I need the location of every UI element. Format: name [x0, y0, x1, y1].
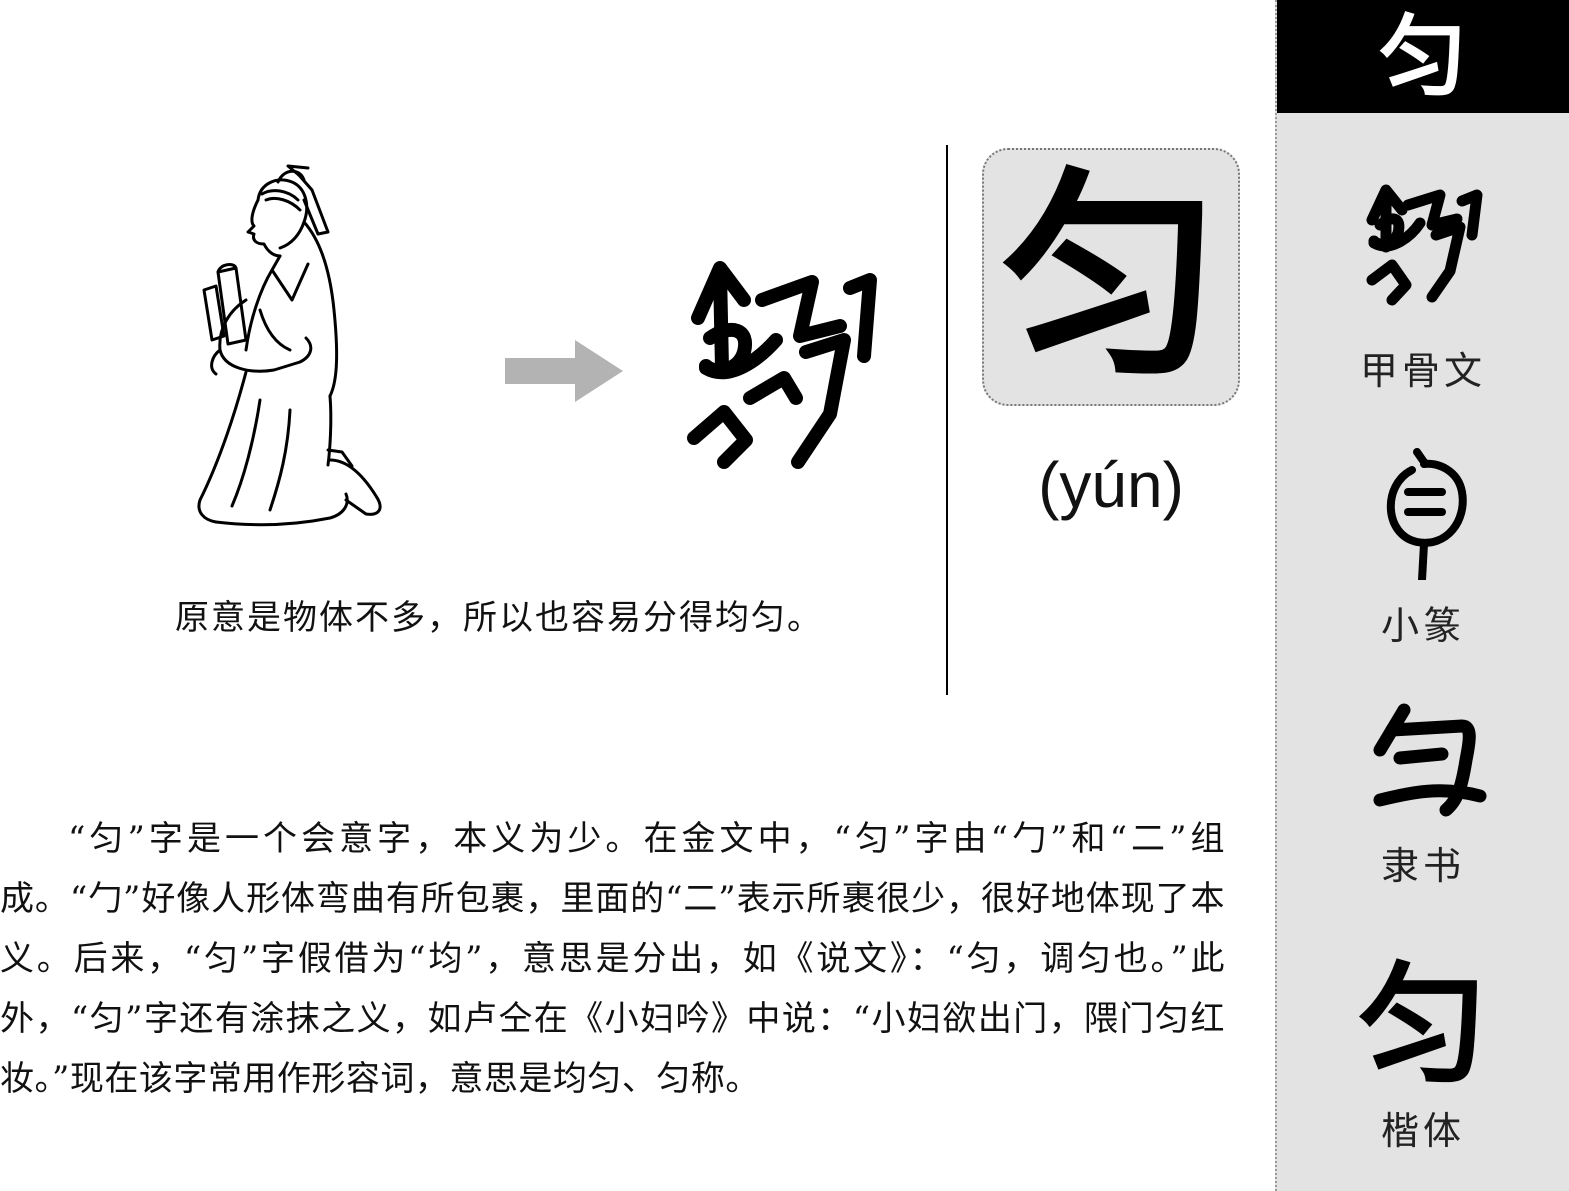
explanation-paragraph: “匀”字是一个会意字，本义为少。在金文中，“匀”字由“勹”和“二”组成。“勹”好… — [0, 819, 1225, 1099]
label-small-seal: 小篆 — [1380, 604, 1465, 648]
label-clerical: 隶书 — [1380, 844, 1465, 888]
pinyin: (yún) — [1038, 449, 1184, 521]
oracle-bone-glyph-large — [687, 261, 877, 469]
sidebar-header-char: 匀 — [1277, 0, 1569, 113]
clerical-yun-icon — [1373, 703, 1487, 817]
regular-script-yun-glyph: 匀 — [1357, 948, 1488, 1101]
arrow-icon — [505, 340, 623, 402]
illustration-caption: 原意是物体不多，所以也容易分得均匀。 — [175, 598, 823, 638]
vertical-divider — [946, 145, 948, 695]
small-seal-yun-icon — [1386, 448, 1467, 580]
label-oracle-bone: 甲骨文 — [1359, 349, 1486, 393]
script-sidebar: 匀 甲骨文 小篆 隶书 匀 楷体 — [1275, 0, 1569, 1191]
kneeling-person-illustration — [197, 164, 382, 527]
label-regular-script: 楷体 — [1380, 1109, 1465, 1153]
featured-character: 匀 — [982, 148, 1240, 406]
oracle-bone-yun-icon — [1366, 184, 1483, 306]
